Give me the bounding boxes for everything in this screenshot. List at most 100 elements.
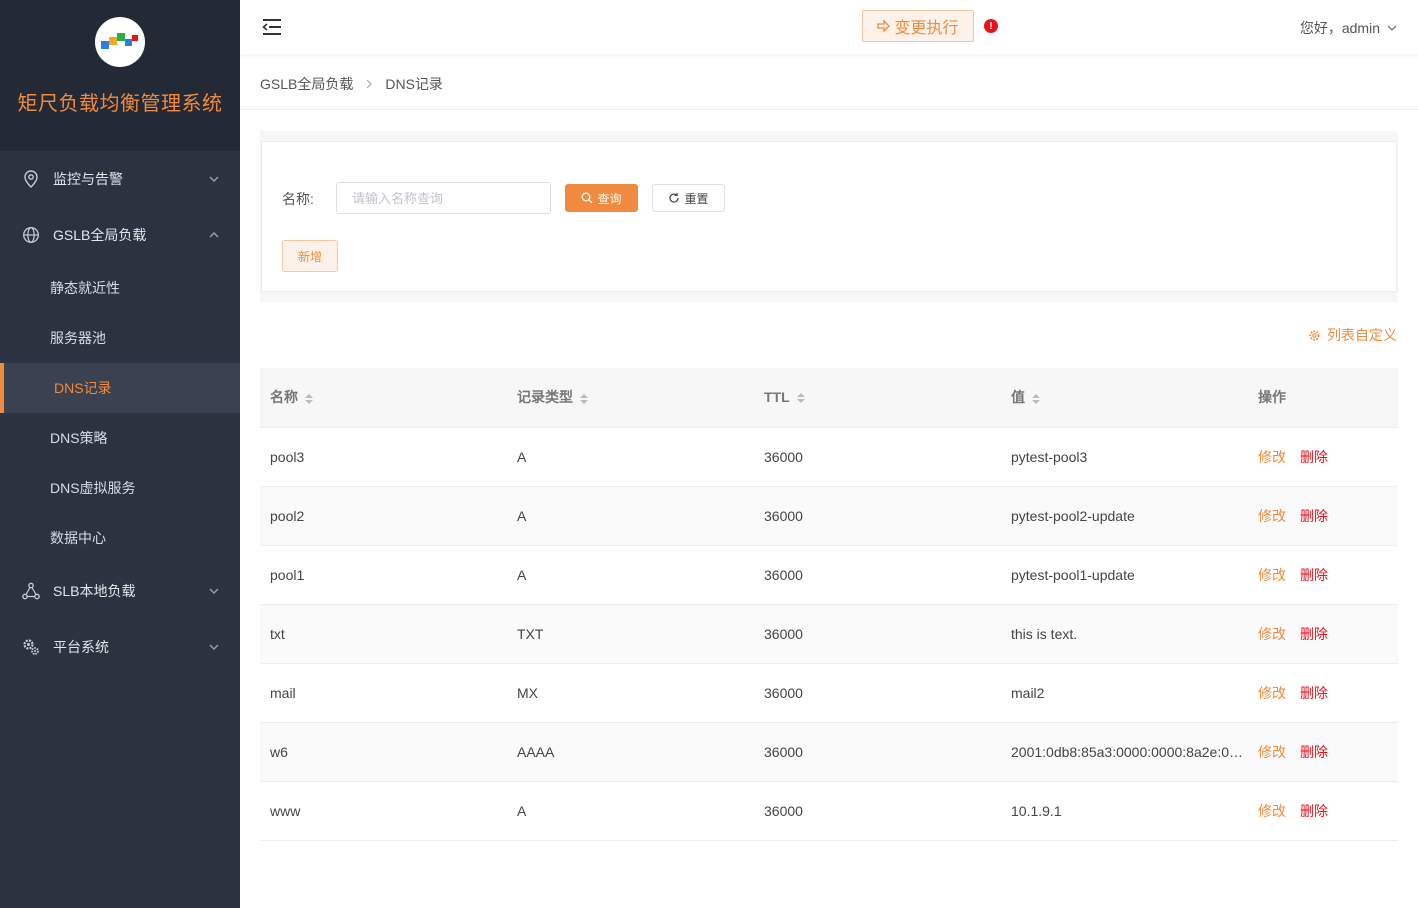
sidebar-group-monitor[interactable]: 监控与告警 xyxy=(0,151,240,207)
sidebar-item-datacenter[interactable]: 数据中心 xyxy=(0,513,240,563)
record-actions: 修改 删除 xyxy=(1248,486,1398,546)
column-label: 值 xyxy=(1011,389,1025,406)
sort-icon[interactable] xyxy=(579,392,589,406)
globe-icon xyxy=(22,226,40,244)
record-name-link[interactable]: pool3 xyxy=(260,427,507,487)
table-row: mail MX 36000 mail2 修改 删除 xyxy=(260,663,1398,723)
record-name-link[interactable]: www xyxy=(260,781,507,841)
collapse-menu-icon[interactable] xyxy=(262,18,282,36)
breadcrumb-item-gslb[interactable]: GSLB全局负载 xyxy=(260,74,353,94)
delete-button[interactable]: 删除 xyxy=(1300,803,1328,819)
column-label: 记录类型 xyxy=(517,389,573,406)
sidebar-item-dns-virtual-service[interactable]: DNS虚拟服务 xyxy=(0,463,240,513)
change-execute-button[interactable]: 变更执行 xyxy=(862,10,974,42)
brand: 矩尺负载均衡管理系统 xyxy=(0,0,240,151)
sidebar-item-server-pool[interactable]: 服务器池 xyxy=(0,313,240,363)
reset-button[interactable]: 重置 xyxy=(652,184,725,212)
sort-icon[interactable] xyxy=(304,392,314,406)
sidebar: 矩尺负载均衡管理系统 监控与告警 GSLB全局负载 静态就近性 服务器池 DNS… xyxy=(0,0,240,908)
record-type: TXT xyxy=(507,604,754,664)
sidebar-group-gslb[interactable]: GSLB全局负载 xyxy=(0,207,240,263)
chevron-down-icon xyxy=(209,644,219,650)
record-name-link[interactable]: pool2 xyxy=(260,486,507,546)
add-button[interactable]: 新增 xyxy=(282,240,338,272)
edit-button[interactable]: 修改 xyxy=(1258,803,1286,819)
record-name-link[interactable]: pool1 xyxy=(260,545,507,605)
record-value: 2001:0db8:85a3:0000:0000:8a2e:0370:7334 xyxy=(1001,722,1248,782)
search-form: 名称: 查询 重置 新增 xyxy=(261,141,1397,292)
column-header-type[interactable]: 记录类型 xyxy=(507,368,754,428)
record-type: MX xyxy=(507,663,754,723)
user-menu[interactable]: 您好，admin xyxy=(1300,18,1398,38)
sidebar-group-platform[interactable]: 平台系统 xyxy=(0,619,240,675)
record-ttl: 36000 xyxy=(754,427,1001,487)
edit-button[interactable]: 修改 xyxy=(1258,744,1286,760)
customize-list-button[interactable]: 列表自定义 xyxy=(1308,325,1397,345)
column-header-value[interactable]: 值 xyxy=(1001,368,1248,428)
table-row: www A 36000 10.1.9.1 修改 删除 xyxy=(260,781,1398,841)
record-name-link[interactable]: w6 xyxy=(260,722,507,782)
edit-button[interactable]: 修改 xyxy=(1258,626,1286,642)
sidebar-item-static-proximity[interactable]: 静态就近性 xyxy=(0,263,240,313)
edit-button[interactable]: 修改 xyxy=(1258,449,1286,465)
column-header-ttl[interactable]: TTL xyxy=(754,368,1001,428)
delete-button[interactable]: 删除 xyxy=(1300,685,1328,701)
delete-button[interactable]: 删除 xyxy=(1300,744,1328,760)
record-actions: 修改 删除 xyxy=(1248,722,1398,782)
delete-button[interactable]: 删除 xyxy=(1300,626,1328,642)
gears-icon xyxy=(22,638,40,656)
sidebar-group-label: 监控与告警 xyxy=(53,171,123,187)
top-header: 变更执行 ! 您好，admin xyxy=(240,0,1418,54)
change-execute-label: 变更执行 xyxy=(894,20,959,37)
delete-button[interactable]: 删除 xyxy=(1300,449,1328,465)
search-icon xyxy=(582,192,593,204)
record-actions: 修改 删除 xyxy=(1248,663,1398,723)
query-button[interactable]: 查询 xyxy=(565,184,638,212)
record-actions: 修改 删除 xyxy=(1248,545,1398,605)
column-label: 名称 xyxy=(270,389,298,406)
column-header-name[interactable]: 名称 xyxy=(260,368,507,428)
sidebar-group-label: SLB本地负载 xyxy=(53,583,136,599)
record-ttl: 36000 xyxy=(754,604,1001,664)
sort-icon[interactable] xyxy=(796,391,806,405)
table-row: pool1 A 36000 pytest-pool1-update 修改 删除 xyxy=(260,545,1398,605)
record-value-link[interactable]: pytest-pool2-update xyxy=(1001,486,1248,546)
sidebar-item-dns-policy[interactable]: DNS策略 xyxy=(0,413,240,463)
record-type: A xyxy=(507,486,754,546)
reset-label: 重置 xyxy=(684,191,709,206)
record-value-link[interactable]: pytest-pool3 xyxy=(1001,427,1248,487)
network-icon xyxy=(22,582,40,600)
column-header-actions: 操作 xyxy=(1248,368,1398,428)
refresh-icon xyxy=(669,193,680,203)
dns-record-table: 名称 记录类型 TTL 值 操作 pool3 A 36000 pytest-pool3… xyxy=(260,368,1398,841)
edit-button[interactable]: 修改 xyxy=(1258,567,1286,583)
sidebar-item-dns-record[interactable]: DNS记录 xyxy=(0,363,240,413)
column-label: TTL xyxy=(764,389,790,406)
edit-button[interactable]: 修改 xyxy=(1258,508,1286,524)
record-ttl: 36000 xyxy=(754,781,1001,841)
record-value: mail2 xyxy=(1001,663,1248,723)
record-value: this is text. xyxy=(1001,604,1248,664)
sidebar-group-slb[interactable]: SLB本地负载 xyxy=(0,563,240,619)
chevron-down-icon xyxy=(209,176,219,182)
alert-badge[interactable]: ! xyxy=(984,19,998,33)
name-search-input[interactable] xyxy=(336,182,551,214)
logo-icon xyxy=(95,17,145,67)
delete-button[interactable]: 删除 xyxy=(1300,508,1328,524)
record-name-link[interactable]: mail xyxy=(260,663,507,723)
record-value-link[interactable]: pytest-pool1-update xyxy=(1001,545,1248,605)
sidebar-group-label: GSLB全局负载 xyxy=(53,227,147,243)
table-row: pool3 A 36000 pytest-pool3 修改 删除 xyxy=(260,427,1398,487)
chevron-down-icon xyxy=(1387,25,1397,31)
record-actions: 修改 删除 xyxy=(1248,604,1398,664)
edit-button[interactable]: 修改 xyxy=(1258,685,1286,701)
record-type: A xyxy=(507,545,754,605)
sort-icon[interactable] xyxy=(1031,392,1041,406)
name-label: 名称: xyxy=(282,191,314,207)
record-ttl: 36000 xyxy=(754,722,1001,782)
record-name-link[interactable]: txt xyxy=(260,604,507,664)
search-panel: 名称: 查询 重置 新增 xyxy=(260,131,1398,302)
sidebar-group-label: 平台系统 xyxy=(53,639,109,655)
delete-button[interactable]: 删除 xyxy=(1300,567,1328,583)
table-row: txt TXT 36000 this is text. 修改 删除 xyxy=(260,604,1398,664)
